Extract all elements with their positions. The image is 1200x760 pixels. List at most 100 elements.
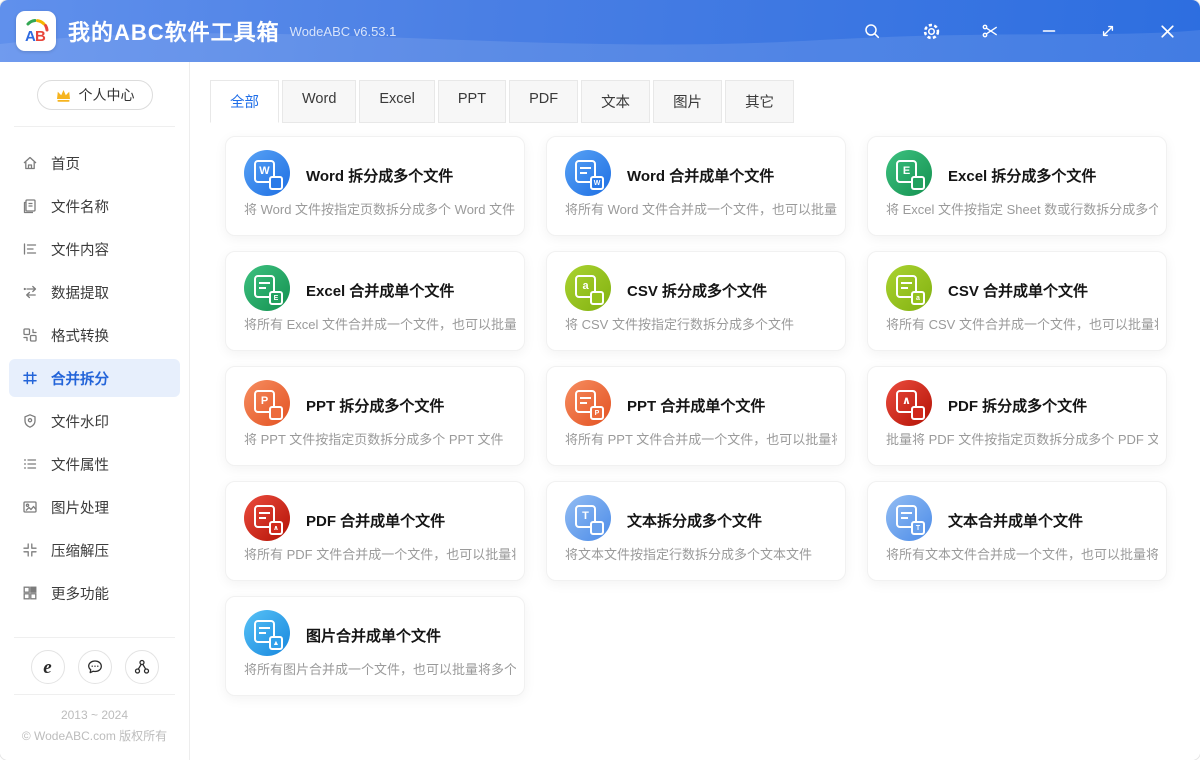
- sidebar-item-format-convert[interactable]: 格式转换: [9, 316, 180, 354]
- pdf-split-icon: ∧ ∧: [886, 380, 932, 426]
- card-excel-merge[interactable]: E E Excel 合并成单个文件 将所有 Excel 文件合并成一个文件，也可…: [225, 251, 525, 351]
- card-text-split[interactable]: T T 文本拆分成多个文件 将文本文件按指定行数拆分成多个文本文件: [546, 481, 846, 581]
- word-split-icon: W W: [244, 150, 290, 196]
- card-desc: 将文本文件按指定行数拆分成多个文本文件: [565, 544, 837, 563]
- browser-icon[interactable]: e: [31, 650, 65, 684]
- card-desc: 将 Word 文件按指定页数拆分成多个 Word 文件: [244, 199, 516, 218]
- card-word-split[interactable]: W W Word 拆分成多个文件 将 Word 文件按指定页数拆分成多个 Wor…: [225, 136, 525, 236]
- card-desc: 将 PPT 文件按指定页数拆分成多个 PPT 文件: [244, 429, 516, 448]
- card-csv-merge[interactable]: a a CSV 合并成单个文件 将所有 CSV 文件合并成一个文件，也可以批量将…: [867, 251, 1167, 351]
- merge-split-icon: [22, 370, 38, 386]
- card-title: 文本合并成单个文件: [948, 510, 1083, 531]
- csv-merge-icon: a a: [886, 265, 932, 311]
- resize-icon[interactable]: [1097, 20, 1119, 42]
- card-title: CSV 拆分成多个文件: [627, 280, 767, 301]
- sidebar-item-file-content[interactable]: 文件内容: [9, 230, 180, 268]
- card-csv-split[interactable]: a a CSV 拆分成多个文件 将 CSV 文件按指定行数拆分成多个文件: [546, 251, 846, 351]
- watermark-shield-icon: [22, 413, 38, 429]
- sidebar-item-file-attrs[interactable]: 文件属性: [9, 445, 180, 483]
- sidebar-item-more-features[interactable]: 更多功能: [9, 574, 180, 612]
- profile-center-label: 个人中心: [79, 85, 135, 105]
- sidebar-bottom: e 2013 ~ 2024 © WodeABC.com 版权所有: [0, 621, 189, 760]
- sidebar-item-label: 格式转换: [51, 325, 109, 346]
- main-area: 个人中心 首页 文件名称 文件内容 数据提取: [0, 62, 1200, 760]
- card-title: Word 拆分成多个文件: [306, 165, 453, 186]
- csv-split-icon: a a: [565, 265, 611, 311]
- tool-card-grid: W W Word 拆分成多个文件 将 Word 文件按指定页数拆分成多个 Wor…: [190, 123, 1200, 716]
- sidebar-footer: 2013 ~ 2024 © WodeABC.com 版权所有: [14, 694, 175, 760]
- share-icon[interactable]: [125, 650, 159, 684]
- titlebar: A B 我的ABC软件工具箱 WodeABC v6.53.1: [0, 0, 1200, 62]
- titlebar-actions: [861, 20, 1178, 42]
- card-desc: 将所有 Word 文件合并成一个文件，也可以批量将多: [565, 199, 837, 218]
- sidebar-menu: 首页 文件名称 文件内容 数据提取 格式转换: [0, 135, 189, 621]
- sidebar-item-watermark[interactable]: 文件水印: [9, 402, 180, 440]
- card-pdf-merge[interactable]: ∧ ∧ PDF 合并成单个文件 将所有 PDF 文件合并成一个文件，也可以批量将…: [225, 481, 525, 581]
- sidebar-divider: [14, 126, 175, 127]
- sidebar-social-row: e: [0, 638, 189, 694]
- ppt-merge-icon: P P: [565, 380, 611, 426]
- excel-merge-icon: E E: [244, 265, 290, 311]
- card-desc: 将所有 CSV 文件合并成一个文件，也可以批量将多: [886, 314, 1158, 333]
- search-icon[interactable]: [861, 20, 883, 42]
- card-title: Excel 拆分成多个文件: [948, 165, 1096, 186]
- tab-word[interactable]: Word: [282, 80, 356, 123]
- tab-excel[interactable]: Excel: [359, 80, 434, 123]
- scissors-icon[interactable]: [979, 20, 1001, 42]
- profile-center-button[interactable]: 个人中心: [37, 80, 153, 110]
- compress-icon: [22, 542, 38, 558]
- card-desc: 将 Excel 文件按指定 Sheet 数或行数拆分成多个 Exc: [886, 199, 1158, 218]
- sidebar-item-label: 文件内容: [51, 239, 109, 260]
- home-icon: [22, 155, 38, 171]
- card-title: 文本拆分成多个文件: [627, 510, 762, 531]
- sidebar-item-data-extract[interactable]: 数据提取: [9, 273, 180, 311]
- tab-image[interactable]: 图片: [653, 80, 722, 123]
- card-title: PPT 拆分成多个文件: [306, 395, 444, 416]
- card-ppt-merge[interactable]: P P PPT 合并成单个文件 将所有 PPT 文件合并成一个文件，也可以批量将…: [546, 366, 846, 466]
- image-merge-icon: ▲ ▲: [244, 610, 290, 656]
- tab-ppt[interactable]: PPT: [438, 80, 506, 123]
- app-logo: A B: [16, 11, 56, 51]
- app-window: A B 我的ABC软件工具箱 WodeABC v6.53.1: [0, 0, 1200, 760]
- data-extract-icon: [22, 284, 38, 300]
- sidebar-item-merge-split[interactable]: 合并拆分: [9, 359, 180, 397]
- card-excel-split[interactable]: E E Excel 拆分成多个文件 将 Excel 文件按指定 Sheet 数或…: [867, 136, 1167, 236]
- sidebar-item-label: 合并拆分: [51, 368, 109, 389]
- sidebar-item-home[interactable]: 首页: [9, 144, 180, 182]
- ppt-split-icon: P P: [244, 380, 290, 426]
- svg-text:B: B: [35, 28, 46, 45]
- sidebar-item-compress[interactable]: 压缩解压: [9, 531, 180, 569]
- file-content-icon: [22, 241, 38, 257]
- card-word-merge[interactable]: W W Word 合并成单个文件 将所有 Word 文件合并成一个文件，也可以批…: [546, 136, 846, 236]
- copyright-text: © WodeABC.com 版权所有: [20, 726, 169, 746]
- tab-pdf[interactable]: PDF: [509, 80, 578, 123]
- card-desc: 将所有文本文件合并成一个文件，也可以批量将多: [886, 544, 1158, 563]
- card-image-merge[interactable]: ▲ ▲ 图片合并成单个文件 将所有图片合并成一个文件，也可以批量将多个文件: [225, 596, 525, 696]
- sidebar-item-label: 文件属性: [51, 454, 109, 475]
- card-desc: 将 CSV 文件按指定行数拆分成多个文件: [565, 314, 837, 333]
- pdf-merge-icon: ∧ ∧: [244, 495, 290, 541]
- card-pdf-split[interactable]: ∧ ∧ PDF 拆分成多个文件 批量将 PDF 文件按指定页数拆分成多个 PDF…: [867, 366, 1167, 466]
- chat-icon[interactable]: [78, 650, 112, 684]
- card-title: PDF 合并成单个文件: [306, 510, 445, 531]
- sidebar-item-label: 文件水印: [51, 411, 109, 432]
- settings-gear-icon[interactable]: [920, 20, 942, 42]
- tab-other[interactable]: 其它: [725, 80, 794, 123]
- card-title: Word 合并成单个文件: [627, 165, 774, 186]
- card-ppt-split[interactable]: P P PPT 拆分成多个文件 将 PPT 文件按指定页数拆分成多个 PPT 文…: [225, 366, 525, 466]
- sidebar-item-file-name[interactable]: 文件名称: [9, 187, 180, 225]
- text-split-icon: T T: [565, 495, 611, 541]
- sidebar-item-label: 压缩解压: [51, 540, 109, 561]
- card-text-merge[interactable]: T T 文本合并成单个文件 将所有文本文件合并成一个文件，也可以批量将多: [867, 481, 1167, 581]
- sidebar: 个人中心 首页 文件名称 文件内容 数据提取: [0, 62, 190, 760]
- app-title: 我的ABC软件工具箱: [68, 15, 280, 47]
- more-features-icon: [22, 585, 38, 601]
- image-process-icon: [22, 499, 38, 515]
- tab-all[interactable]: 全部: [210, 80, 279, 123]
- sidebar-item-image-process[interactable]: 图片处理: [9, 488, 180, 526]
- card-title: PPT 合并成单个文件: [627, 395, 765, 416]
- close-icon[interactable]: [1156, 20, 1178, 42]
- card-title: PDF 拆分成多个文件: [948, 395, 1087, 416]
- minimize-icon[interactable]: [1038, 20, 1060, 42]
- tab-text[interactable]: 文本: [581, 80, 650, 123]
